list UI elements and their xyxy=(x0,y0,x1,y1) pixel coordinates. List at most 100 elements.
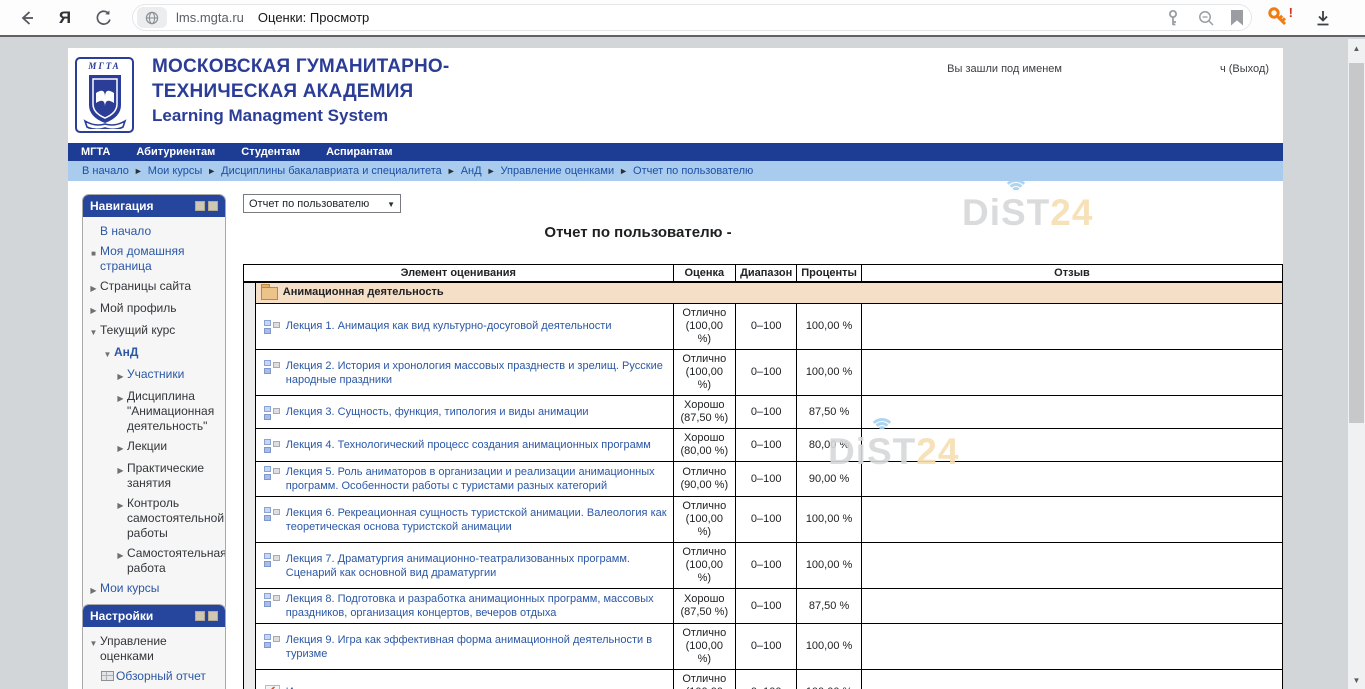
scrollbar-thumb[interactable] xyxy=(1349,63,1364,423)
key-icon[interactable] xyxy=(1165,9,1181,27)
arrow-right-icon: ▶ xyxy=(114,367,127,384)
breadcrumb-separator-icon: ► xyxy=(207,166,216,176)
sidebar-item[interactable]: ▶Участники xyxy=(87,367,221,384)
breadcrumb-link[interactable]: В начало xyxy=(82,165,129,177)
grade-cell: Отлично(90,00 %) xyxy=(673,462,736,497)
password-alert-icon[interactable]: ! xyxy=(1266,5,1292,31)
grade-item-cell: Лекция 4. Технологический процесс создан… xyxy=(255,429,673,462)
breadcrumb-separator-icon: ► xyxy=(134,166,143,176)
sidebar-item[interactable]: ▶Контроль самостоятельной работы xyxy=(87,496,221,541)
reload-icon[interactable] xyxy=(88,3,118,33)
report-type-select[interactable]: Отчет по пользователю ▼ xyxy=(243,194,401,213)
nav-item[interactable]: Абитуриентам xyxy=(123,146,228,158)
arrow-right-icon: ▶ xyxy=(114,496,127,541)
dock-block-icon[interactable] xyxy=(208,611,218,621)
sidebar-item-label: Управление оценками xyxy=(100,634,221,664)
collapse-block-icon[interactable] xyxy=(195,201,205,211)
navigation-block-title: Навигация xyxy=(90,199,154,213)
grade-item-cell: Лекция 2. История и хронология массовых … xyxy=(255,350,673,396)
sidebar-item[interactable]: ▶Практические занятия xyxy=(87,461,221,491)
breadcrumb-link[interactable]: Отчет по пользователю xyxy=(633,165,753,177)
indent-cell xyxy=(244,350,256,396)
sidebar-item[interactable]: ▶Мои курсы xyxy=(87,581,221,598)
lesson-icon xyxy=(264,405,280,420)
sidebar-item-label: Мой профиль xyxy=(100,301,177,318)
grade-cell: Отлично(100,00 %) xyxy=(673,304,736,350)
grade-cell: Хорошо(80,00 %) xyxy=(673,429,736,462)
range-cell: 0–100 xyxy=(736,589,797,624)
site-title-line3: Learning Managment System xyxy=(152,104,449,128)
sidebar-item[interactable]: ■Моя домашняя страница xyxy=(87,244,221,274)
navigation-block: Навигация В начало ■Моя домашняя страница… xyxy=(82,194,226,612)
lesson-icon xyxy=(264,319,280,334)
grades-table: Элемент оценивания Оценка Диапазон Проце… xyxy=(243,264,1283,689)
logout-link[interactable]: ч (Выход) xyxy=(1220,63,1269,75)
range-cell: 0–100 xyxy=(736,624,797,670)
grade-item-link[interactable]: Итоговое тестирование xyxy=(286,685,406,689)
collapse-block-icon[interactable] xyxy=(195,611,205,621)
sidebar-item[interactable]: Обзорный отчет xyxy=(87,669,221,684)
grade-item-link[interactable]: Лекция 1. Анимация как вид культурно-дос… xyxy=(286,319,612,333)
grade-item-link[interactable]: Лекция 3. Сущность, функция, типология и… xyxy=(286,405,589,419)
grade-item-link[interactable]: Лекция 9. Игра как эффективная форма ани… xyxy=(286,633,668,661)
url-text[interactable]: lms.mgta.ru xyxy=(176,10,244,25)
category-cell: Анимационная деятельность xyxy=(255,282,1282,304)
category-label: Анимационная деятельность xyxy=(283,286,444,298)
settings-block: Настройки ▼Управление оценкамиОбзорный о… xyxy=(82,604,226,689)
breadcrumb-link[interactable]: Мои курсы xyxy=(148,165,202,177)
logo-crest-icon xyxy=(81,71,129,129)
grade-item-cell: Лекция 3. Сущность, функция, типология и… xyxy=(255,396,673,429)
breadcrumb-link[interactable]: Управление оценками xyxy=(501,165,615,177)
back-icon[interactable] xyxy=(12,3,42,33)
settings-tree: ▼Управление оценкамиОбзорный отчетОтчет … xyxy=(83,627,225,689)
bookmark-icon[interactable] xyxy=(1231,10,1243,26)
sidebar-item[interactable]: ▶Мой профиль xyxy=(87,301,221,318)
download-icon[interactable] xyxy=(1308,3,1338,33)
sidebar-item-label: Контроль самостоятельной работы xyxy=(127,496,224,541)
nav-item[interactable]: МГТА xyxy=(68,146,123,158)
grade-row: Лекция 1. Анимация как вид культурно-дос… xyxy=(244,304,1283,350)
grade-cell: Отлично(100,00 %) xyxy=(673,543,736,589)
sidebar-item[interactable]: ▼АнД xyxy=(87,345,221,362)
grade-item-link[interactable]: Лекция 4. Технологический процесс создан… xyxy=(286,438,651,452)
sidebar-item[interactable]: ▶Лекции xyxy=(87,439,221,456)
chevron-down-icon: ▼ xyxy=(387,200,395,209)
sidebar-item[interactable]: ▶Самостоятельная работа xyxy=(87,546,221,576)
address-bar[interactable]: lms.mgta.ru Оценки: Просмотр xyxy=(132,4,1252,31)
arrow-right-icon: ▶ xyxy=(87,301,100,318)
grade-item-link[interactable]: Лекция 6. Рекреационная сущность туристс… xyxy=(286,506,668,534)
range-cell: 0–100 xyxy=(736,462,797,497)
sidebar-item[interactable]: ▶Страницы сайта xyxy=(87,279,221,296)
yandex-icon[interactable]: Я xyxy=(50,3,80,33)
navigation-block-header: Навигация xyxy=(83,195,225,217)
header-feedback: Отзыв xyxy=(861,265,1282,283)
breadcrumb-link[interactable]: Дисциплины бакалавриата и специалитета xyxy=(221,165,442,177)
feedback-cell xyxy=(861,497,1282,543)
site-header: МГТА МОСКОВСКАЯ ГУМАНИТАРНО- ТЕХНИЧЕСКАЯ… xyxy=(68,48,1283,143)
dock-block-icon[interactable] xyxy=(208,201,218,211)
lesson-icon xyxy=(264,465,280,480)
nav-item[interactable]: Аспирантам xyxy=(313,146,405,158)
scroll-up-icon[interactable]: ▲ xyxy=(1348,39,1365,57)
vertical-scrollbar[interactable]: ▲ ▼ xyxy=(1348,39,1365,689)
grade-item-link[interactable]: Лекция 2. История и хронология массовых … xyxy=(286,359,668,387)
nav-item[interactable]: Студентам xyxy=(228,146,313,158)
zoom-icon[interactable] xyxy=(1197,9,1215,27)
grade-item-link[interactable]: Лекция 8. Подготовка и разработка анимац… xyxy=(286,592,668,620)
lesson-icon xyxy=(264,438,280,453)
sidebar-item[interactable]: ▶Дисциплина "Анимационная деятельность" xyxy=(87,389,221,434)
sidebar-item[interactable]: ▼Текущий курс xyxy=(87,323,221,340)
indent-cell xyxy=(244,429,256,462)
grade-item-cell: Лекция 7. Драматургия анимационно-театра… xyxy=(255,543,673,589)
grade-item-link[interactable]: Лекция 5. Роль аниматоров в организации … xyxy=(286,465,668,493)
grade-item-link[interactable]: Лекция 7. Драматургия анимационно-театра… xyxy=(286,552,668,580)
breadcrumb-link[interactable]: АнД xyxy=(461,165,482,177)
sidebar-item[interactable]: В начало xyxy=(87,224,221,239)
main-nav: МГТААбитуриентамСтудентамАспирантам xyxy=(68,143,1283,161)
scroll-down-icon[interactable]: ▼ xyxy=(1348,671,1365,689)
grade-row: Лекция 3. Сущность, функция, типология и… xyxy=(244,396,1283,429)
sidebar-item[interactable]: ▼Управление оценками xyxy=(87,634,221,664)
main-column: Отчет по пользователю ▼ Отчет по пользов… xyxy=(243,194,1283,689)
arrow-down-icon: ▼ xyxy=(87,634,100,664)
header-range: Диапазон xyxy=(736,265,797,283)
